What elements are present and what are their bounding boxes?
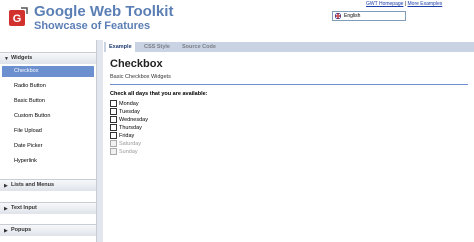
divider	[110, 84, 468, 85]
page-title: Checkbox	[110, 58, 163, 70]
gwt-logo-icon: G	[9, 7, 28, 26]
sidebar-section-widgets[interactable]: ▼ Widgets	[0, 52, 96, 64]
sidebar-item-radio-button[interactable]: Radio Button	[2, 81, 94, 92]
checkbox-friday[interactable]: Friday	[110, 132, 134, 140]
more-examples-link[interactable]: More Examples	[408, 1, 443, 7]
sidebar-section-label: Lists and Menus	[11, 182, 55, 188]
checkbox-label: Sunday	[119, 149, 138, 155]
sidebar-item-custom-button[interactable]: Custom Button	[2, 111, 94, 122]
tab-bar: Example CSS Style Source Code	[104, 42, 474, 52]
tab-css-style[interactable]: CSS Style	[144, 42, 170, 52]
header-links: GWT Homepage | More Examples	[366, 1, 442, 7]
checkbox-box[interactable]	[110, 108, 117, 116]
sidebar-section-text-input[interactable]: ▶ Text Input	[0, 202, 96, 214]
sidebar-stack-panel: ▼ Widgets Checkbox Radio Button Basic Bu…	[0, 52, 96, 242]
triangle-right-icon: ▶	[4, 183, 8, 189]
sidebar-item-checkbox[interactable]: Checkbox	[2, 66, 94, 77]
example-content: Checkbox Basic Checkbox Widgets Check al…	[104, 52, 474, 242]
checkbox-box	[110, 148, 117, 156]
sidebar-item-date-picker[interactable]: Date Picker	[2, 141, 94, 152]
checkbox-wednesday[interactable]: Wednesday	[110, 116, 148, 124]
sidebar-scrollbar[interactable]	[96, 40, 103, 242]
checkbox-label: Friday	[119, 133, 135, 139]
app-header: G Google Web Toolkit Showcase of Feature…	[0, 0, 474, 40]
sidebar-item-hyperlink[interactable]: Hyperlink	[2, 156, 94, 167]
sidebar-section-label: Text Input	[11, 205, 37, 211]
checkbox-box	[110, 140, 117, 148]
checkbox-box[interactable]	[110, 100, 117, 108]
tab-source-code[interactable]: Source Code	[182, 42, 216, 52]
sidebar-section-label: Widgets	[11, 55, 33, 61]
checkbox-box[interactable]	[110, 116, 117, 124]
tab-example[interactable]: Example	[106, 42, 135, 52]
checkbox-box[interactable]	[110, 124, 117, 132]
triangle-right-icon: ▶	[4, 206, 8, 212]
checkbox-label: Saturday	[119, 141, 142, 147]
triangle-right-icon: ▶	[4, 228, 8, 234]
checkbox-label: Thursday	[119, 125, 142, 131]
app-subtitle: Showcase of Features	[34, 20, 151, 32]
checkbox-tuesday[interactable]: Tuesday	[110, 108, 140, 116]
flag-icon	[335, 13, 341, 19]
language-select-value: English	[344, 13, 361, 19]
checkbox-label: Wednesday	[119, 117, 148, 123]
checkbox-label: Monday	[119, 101, 139, 107]
sidebar-section-lists-and-menus[interactable]: ▶ Lists and Menus	[0, 179, 96, 191]
checkbox-sunday: Sunday	[110, 148, 138, 156]
svg-text:G: G	[13, 13, 22, 25]
checkbox-saturday: Saturday	[110, 140, 141, 148]
checkbox-label: Tuesday	[119, 109, 140, 115]
page-description: Basic Checkbox Widgets	[110, 74, 171, 80]
checkbox-question-label: Check all days that you are available:	[110, 91, 208, 97]
app-title: Google Web Toolkit	[34, 3, 174, 20]
sidebar-section-popups[interactable]: ▶ Popups	[0, 224, 96, 236]
gwt-homepage-link[interactable]: GWT Homepage	[366, 1, 403, 7]
sidebar-item-file-upload[interactable]: File Upload	[2, 126, 94, 137]
triangle-down-icon: ▼	[4, 56, 9, 62]
sidebar-item-basic-button[interactable]: Basic Button	[2, 96, 94, 107]
checkbox-thursday[interactable]: Thursday	[110, 124, 142, 132]
checkbox-box[interactable]	[110, 132, 117, 140]
checkbox-monday[interactable]: Monday	[110, 100, 139, 108]
language-select[interactable]: English	[332, 11, 406, 21]
sidebar-section-label: Popups	[11, 227, 32, 233]
